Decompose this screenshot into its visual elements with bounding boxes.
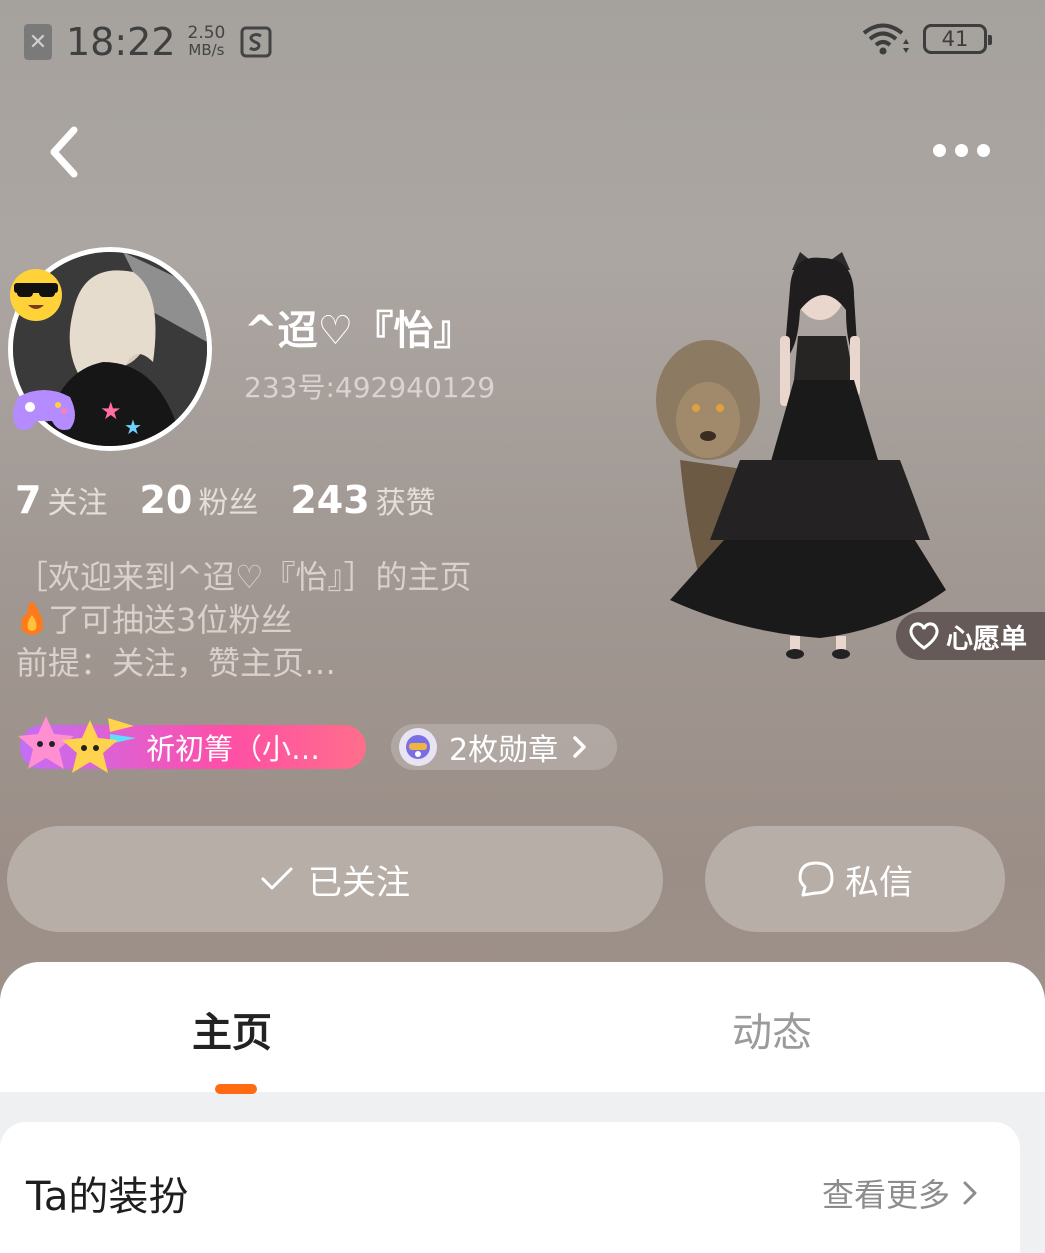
speed-value: 2.50 — [187, 23, 226, 43]
check-icon — [261, 867, 293, 890]
user-id: 233号:492940129 — [244, 371, 496, 404]
view-more-label: 查看更多 — [821, 1176, 950, 1214]
3d-avatar-figure[interactable] — [650, 240, 970, 670]
no-sim-icon: ✕ — [24, 24, 52, 60]
profile-page: ✕ 18:22 2.50 MB/s 41 ★ ★ ^迢♡『怡』 233号:492… — [0, 0, 1045, 1253]
section-title: Ta的装扮 — [26, 1174, 189, 1220]
wifi-icon — [862, 23, 909, 55]
tab-bar: 主页 动态 — [0, 962, 1045, 1094]
medals-label: 2枚勋章 — [449, 733, 559, 768]
chat-bubble-icon — [798, 861, 834, 897]
cool-emoji-badge-icon — [10, 269, 62, 321]
star-mascots-icon — [18, 716, 136, 773]
follow-label: 已关注 — [308, 862, 410, 903]
tab-home[interactable]: 主页 — [192, 1000, 272, 1058]
outfit-card: Ta的装扮 查看更多 — [0, 1122, 1020, 1253]
fire-icon — [21, 601, 43, 635]
status-bar: ✕ 18:22 2.50 MB/s 41 — [0, 0, 1045, 88]
stat-number: 243 — [290, 478, 370, 522]
stat-label: 获赞 — [375, 486, 436, 521]
blue-star-icon: ★ — [124, 415, 142, 439]
chevron-right-icon — [963, 1181, 977, 1205]
stat-fans[interactable]: 20 粉丝 — [139, 478, 258, 522]
stat-label: 关注 — [47, 486, 108, 521]
nickname: ^迢♡『怡』 — [244, 308, 474, 354]
status-right: 41 — [861, 22, 992, 56]
bio-line: 前提：关注，赞主页… — [16, 644, 337, 682]
app-notification-icon — [240, 26, 272, 58]
medal-icon — [399, 728, 437, 766]
followed-button[interactable]: 已关注 — [7, 826, 663, 932]
status-left: ✕ 18:22 2.50 MB/s — [24, 20, 273, 64]
battery-level: 41 — [941, 27, 969, 51]
clock: 18:22 — [66, 20, 176, 64]
more-dot-icon — [955, 143, 968, 157]
avatar-container[interactable]: ★ ★ — [8, 247, 212, 451]
stat-likes[interactable]: 243 获赞 — [290, 478, 435, 522]
game-controller-icon — [13, 390, 75, 430]
active-tab-indicator — [215, 1084, 257, 1094]
speed-unit: MB/s — [188, 41, 225, 59]
message-label: 私信 — [845, 862, 913, 903]
bio-line: ［欢迎来到^迢♡『怡』］的主页 — [16, 558, 472, 596]
network-speed: 2.50 MB/s — [188, 25, 226, 59]
message-button[interactable]: 私信 — [705, 826, 1005, 932]
stat-number: 20 — [139, 478, 193, 522]
medals-button[interactable]: 2枚勋章 — [391, 724, 617, 770]
tab-feed[interactable]: 动态 — [732, 1000, 812, 1058]
title-tag-label: 祈初箐（小… — [146, 732, 321, 766]
more-dot-icon — [933, 143, 946, 157]
stat-number: 7 — [15, 478, 42, 522]
pink-star-icon: ★ — [100, 397, 122, 425]
chevron-right-icon — [573, 736, 586, 758]
back-button[interactable] — [40, 122, 90, 182]
wishlist-label: 心愿单 — [946, 623, 1027, 655]
content-sheet: 主页 动态 Ta的装扮 查看更多 — [0, 962, 1045, 1253]
battery-indicator: 41 — [923, 24, 992, 54]
wishlist-button[interactable]: 心愿单 — [896, 612, 1045, 660]
stat-label: 粉丝 — [198, 486, 259, 521]
heart-icon — [909, 622, 939, 650]
bio-line: 了可抽送3位粉丝 — [48, 601, 293, 639]
stat-following[interactable]: 7 关注 — [15, 478, 107, 522]
view-more-link[interactable]: 查看更多 — [822, 1170, 978, 1216]
more-dot-icon — [977, 143, 990, 157]
bio[interactable]: ［欢迎来到^迢♡『怡』］的主页 了可抽送3位粉丝 前提：关注，赞主页… — [16, 556, 472, 685]
more-options-button[interactable] — [933, 138, 993, 162]
stats-row: 7 关注 20 粉丝 243 获赞 — [15, 478, 468, 522]
